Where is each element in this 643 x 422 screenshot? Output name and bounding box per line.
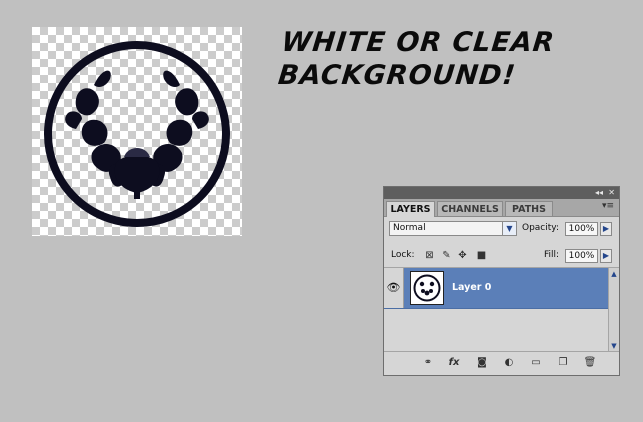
layer-thumbnail [410, 271, 444, 305]
panel-tabs: LAYERS CHANNELS PATHS ▾≡ [384, 199, 619, 217]
opacity-label: Opacity: [522, 223, 559, 233]
lock-label: Lock: [391, 250, 415, 260]
opacity-slider-button[interactable]: ▶ [600, 222, 612, 236]
chevron-down-icon[interactable]: ▼ [502, 222, 516, 235]
tab-paths[interactable]: PATHS [505, 201, 553, 216]
layer-name[interactable]: Layer 0 [452, 268, 491, 308]
scroll-down-icon[interactable]: ▼ [609, 341, 619, 351]
eye-icon[interactable]: 👁 [384, 268, 404, 308]
panel-title-bar[interactable]: ◂◂ ✕ [384, 187, 619, 199]
opacity-field[interactable]: 100% [565, 222, 598, 236]
layers-scrollbar[interactable]: ▲ ▼ [608, 268, 619, 352]
adjustment-icon[interactable]: ◐ [501, 356, 517, 370]
trash-icon[interactable]: 🗑 [582, 356, 598, 370]
mask-icon[interactable]: ◙ [474, 356, 490, 370]
folder-icon[interactable]: ▭ [528, 356, 544, 370]
document-canvas[interactable] [32, 27, 242, 236]
fill-slider-button[interactable]: ▶ [600, 249, 612, 263]
layers-panel: ◂◂ ✕ LAYERS CHANNELS PATHS ▾≡ Normal ▼ O… [383, 186, 620, 376]
scroll-up-icon[interactable]: ▲ [609, 269, 619, 279]
blend-mode-select[interactable]: Normal ▼ [389, 221, 517, 236]
lock-move-icon[interactable]: ✥ [457, 250, 468, 261]
collapse-icon[interactable]: ◂◂ [595, 187, 603, 199]
close-icon[interactable]: ✕ [608, 187, 615, 199]
fill-field[interactable]: 100% [565, 249, 598, 263]
tab-channels[interactable]: CHANNELS [437, 201, 503, 216]
layers-list[interactable]: 👁 Layer 0 [384, 268, 608, 352]
tab-layers[interactable]: LAYERS [386, 201, 435, 217]
crest-icon [44, 41, 230, 227]
caption-text: WHITE OR CLEAR BACKGROUND! [277, 26, 624, 92]
lock-all-icon[interactable]: ■ [476, 250, 487, 261]
new-layer-icon[interactable]: ❐ [555, 356, 571, 370]
caption-line-1: WHITE OR CLEAR [280, 27, 557, 58]
blend-mode-value: Normal [393, 223, 426, 233]
layer-row[interactable]: 👁 Layer 0 [384, 268, 608, 309]
crest-thumbnail-icon [413, 274, 441, 302]
lock-transparency-icon[interactable]: ⊠ [424, 250, 435, 261]
panel-menu-icon[interactable]: ▾≡ [602, 201, 614, 211]
lock-paint-icon[interactable]: ✎ [441, 250, 452, 261]
link-icon[interactable]: ⚭ [420, 356, 436, 370]
fx-icon[interactable]: fx [446, 356, 462, 370]
caption-line-2: BACKGROUND! [276, 60, 518, 91]
fill-label: Fill: [544, 250, 560, 260]
panel-footer: ⚭ fx ◙ ◐ ▭ ❐ 🗑 [384, 351, 619, 375]
